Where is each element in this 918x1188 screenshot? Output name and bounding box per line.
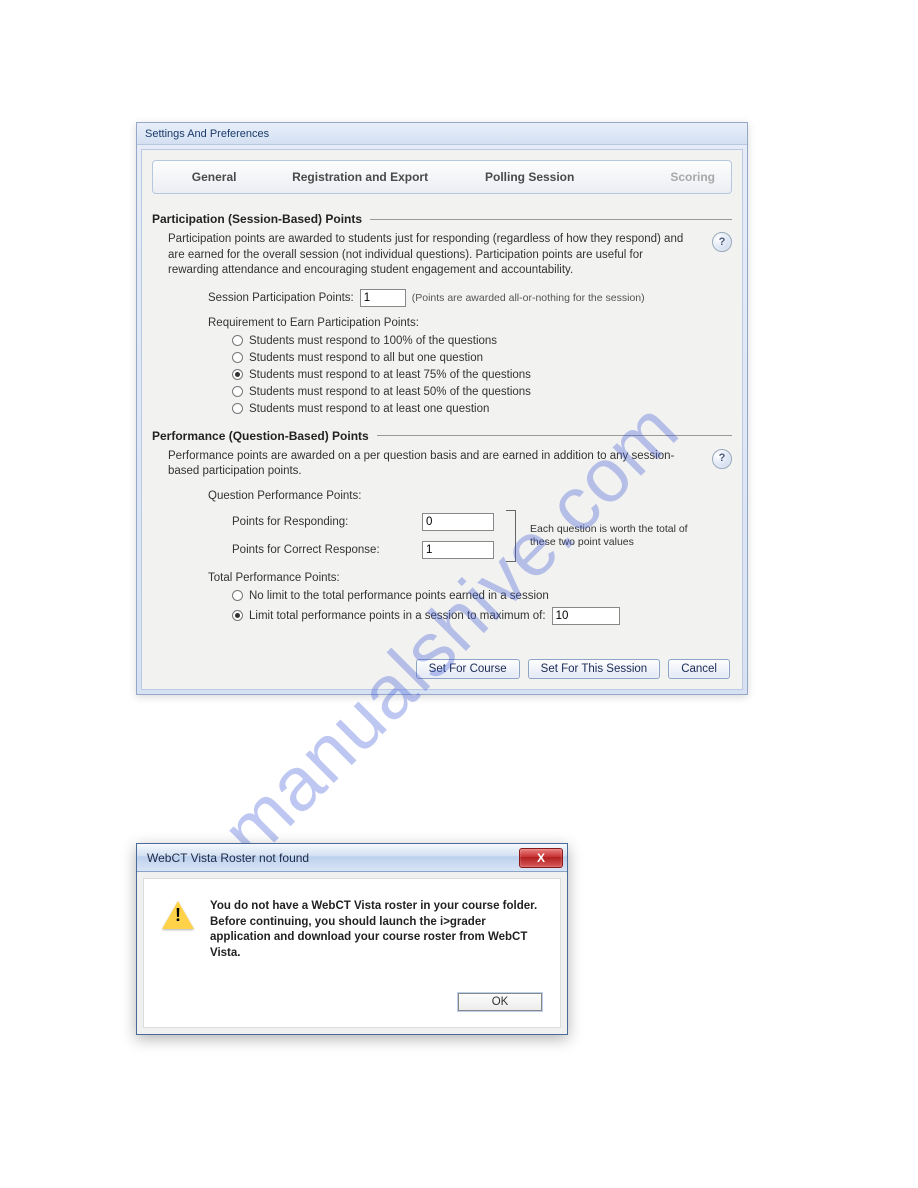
participation-option-3[interactable]: Students must respond to at least 50% of… [232, 386, 732, 398]
settings-titlebar: Settings And Preferences [137, 123, 747, 145]
total-option-nolimit[interactable]: No limit to the total performance points… [232, 590, 732, 602]
alert-message: You do not have a WebCT Vista roster in … [210, 899, 542, 961]
ok-button[interactable]: OK [458, 993, 542, 1011]
alert-title: WebCT Vista Roster not found [147, 851, 309, 865]
total-perf-label: Total Performance Points: [208, 572, 732, 584]
bracket-icon [506, 510, 516, 562]
alert-body: ! You do not have a WebCT Vista roster i… [143, 878, 561, 1028]
tab-registration[interactable]: Registration and Export [275, 170, 445, 184]
perf-points-grid: Points for Responding: Points for Correc… [232, 508, 732, 564]
radio-icon [232, 386, 243, 397]
radio-label: Students must respond to 100% of the que… [249, 335, 497, 347]
radio-label: Students must respond to at least 75% of… [249, 369, 531, 381]
participation-option-4[interactable]: Students must respond to at least one qu… [232, 403, 732, 415]
radio-label: No limit to the total performance points… [249, 590, 549, 602]
participation-desc-wrap: Participation points are awarded to stud… [152, 232, 732, 289]
radio-icon [232, 352, 243, 363]
settings-window: Settings And Preferences General Registr… [136, 122, 748, 695]
help-icon[interactable]: ? [712, 232, 732, 252]
session-points-label: Session Participation Points: [208, 292, 354, 304]
radio-label: Students must respond to all but one que… [249, 352, 483, 364]
radio-icon [232, 403, 243, 414]
tab-polling[interactable]: Polling Session [445, 170, 615, 184]
radio-icon [232, 369, 243, 380]
session-points-input[interactable] [360, 289, 406, 307]
session-points-row: Session Participation Points: (Points ar… [208, 289, 732, 307]
warning-icon: ! [162, 899, 194, 931]
participation-title: Participation (Session-Based) Points [152, 212, 362, 226]
set-for-course-button[interactable]: Set For Course [416, 659, 520, 679]
participation-option-2[interactable]: Students must respond to at least 75% of… [232, 369, 732, 381]
help-icon[interactable]: ? [712, 449, 732, 469]
correct-label: Points for Correct Response: [232, 536, 412, 564]
performance-header: Performance (Question-Based) Points [152, 429, 732, 443]
settings-title: Settings And Preferences [145, 128, 269, 140]
tab-scoring[interactable]: Scoring [614, 170, 731, 184]
participation-option-1[interactable]: Students must respond to all but one que… [232, 352, 732, 364]
performance-title: Performance (Question-Based) Points [152, 429, 369, 443]
requirement-label: Requirement to Earn Participation Points… [208, 317, 732, 329]
radio-label: Limit total performance points in a sess… [249, 610, 546, 622]
performance-description: Performance points are awarded on a per … [168, 450, 674, 478]
total-option-limit[interactable]: Limit total performance points in a sess… [232, 607, 732, 625]
alert-content: ! You do not have a WebCT Vista roster i… [162, 899, 542, 961]
tab-bar: General Registration and Export Polling … [152, 160, 732, 194]
set-for-session-button[interactable]: Set For This Session [528, 659, 661, 679]
limit-input[interactable] [552, 607, 620, 625]
radio-icon [232, 335, 243, 346]
settings-body: General Registration and Export Polling … [141, 149, 743, 690]
correct-input[interactable] [422, 541, 494, 559]
close-icon: X [537, 851, 545, 865]
responding-input[interactable] [422, 513, 494, 531]
button-bar: Set For Course Set For This Session Canc… [152, 659, 732, 679]
close-button[interactable]: X [519, 848, 563, 868]
participation-header: Participation (Session-Based) Points [152, 212, 732, 226]
participation-option-0[interactable]: Students must respond to 100% of the que… [232, 335, 732, 347]
session-points-note: (Points are awarded all-or-nothing for t… [412, 292, 645, 304]
divider [377, 435, 732, 436]
radio-icon [232, 590, 243, 601]
radio-label: Students must respond to at least one qu… [249, 403, 489, 415]
alert-titlebar: WebCT Vista Roster not found X [137, 844, 567, 872]
responding-label: Points for Responding: [232, 508, 412, 536]
cancel-button[interactable]: Cancel [668, 659, 730, 679]
bracket-note: Each question is worth the total of thes… [530, 523, 690, 548]
radio-icon [232, 610, 243, 621]
qpp-label: Question Performance Points: [208, 490, 732, 502]
tab-general[interactable]: General [153, 170, 275, 184]
performance-desc-wrap: Performance points are awarded on a per … [152, 449, 732, 490]
radio-label: Students must respond to at least 50% of… [249, 386, 531, 398]
participation-description: Participation points are awarded to stud… [168, 233, 683, 276]
alert-buttons: OK [162, 993, 542, 1011]
alert-window: WebCT Vista Roster not found X ! You do … [136, 843, 568, 1035]
divider [370, 219, 732, 220]
